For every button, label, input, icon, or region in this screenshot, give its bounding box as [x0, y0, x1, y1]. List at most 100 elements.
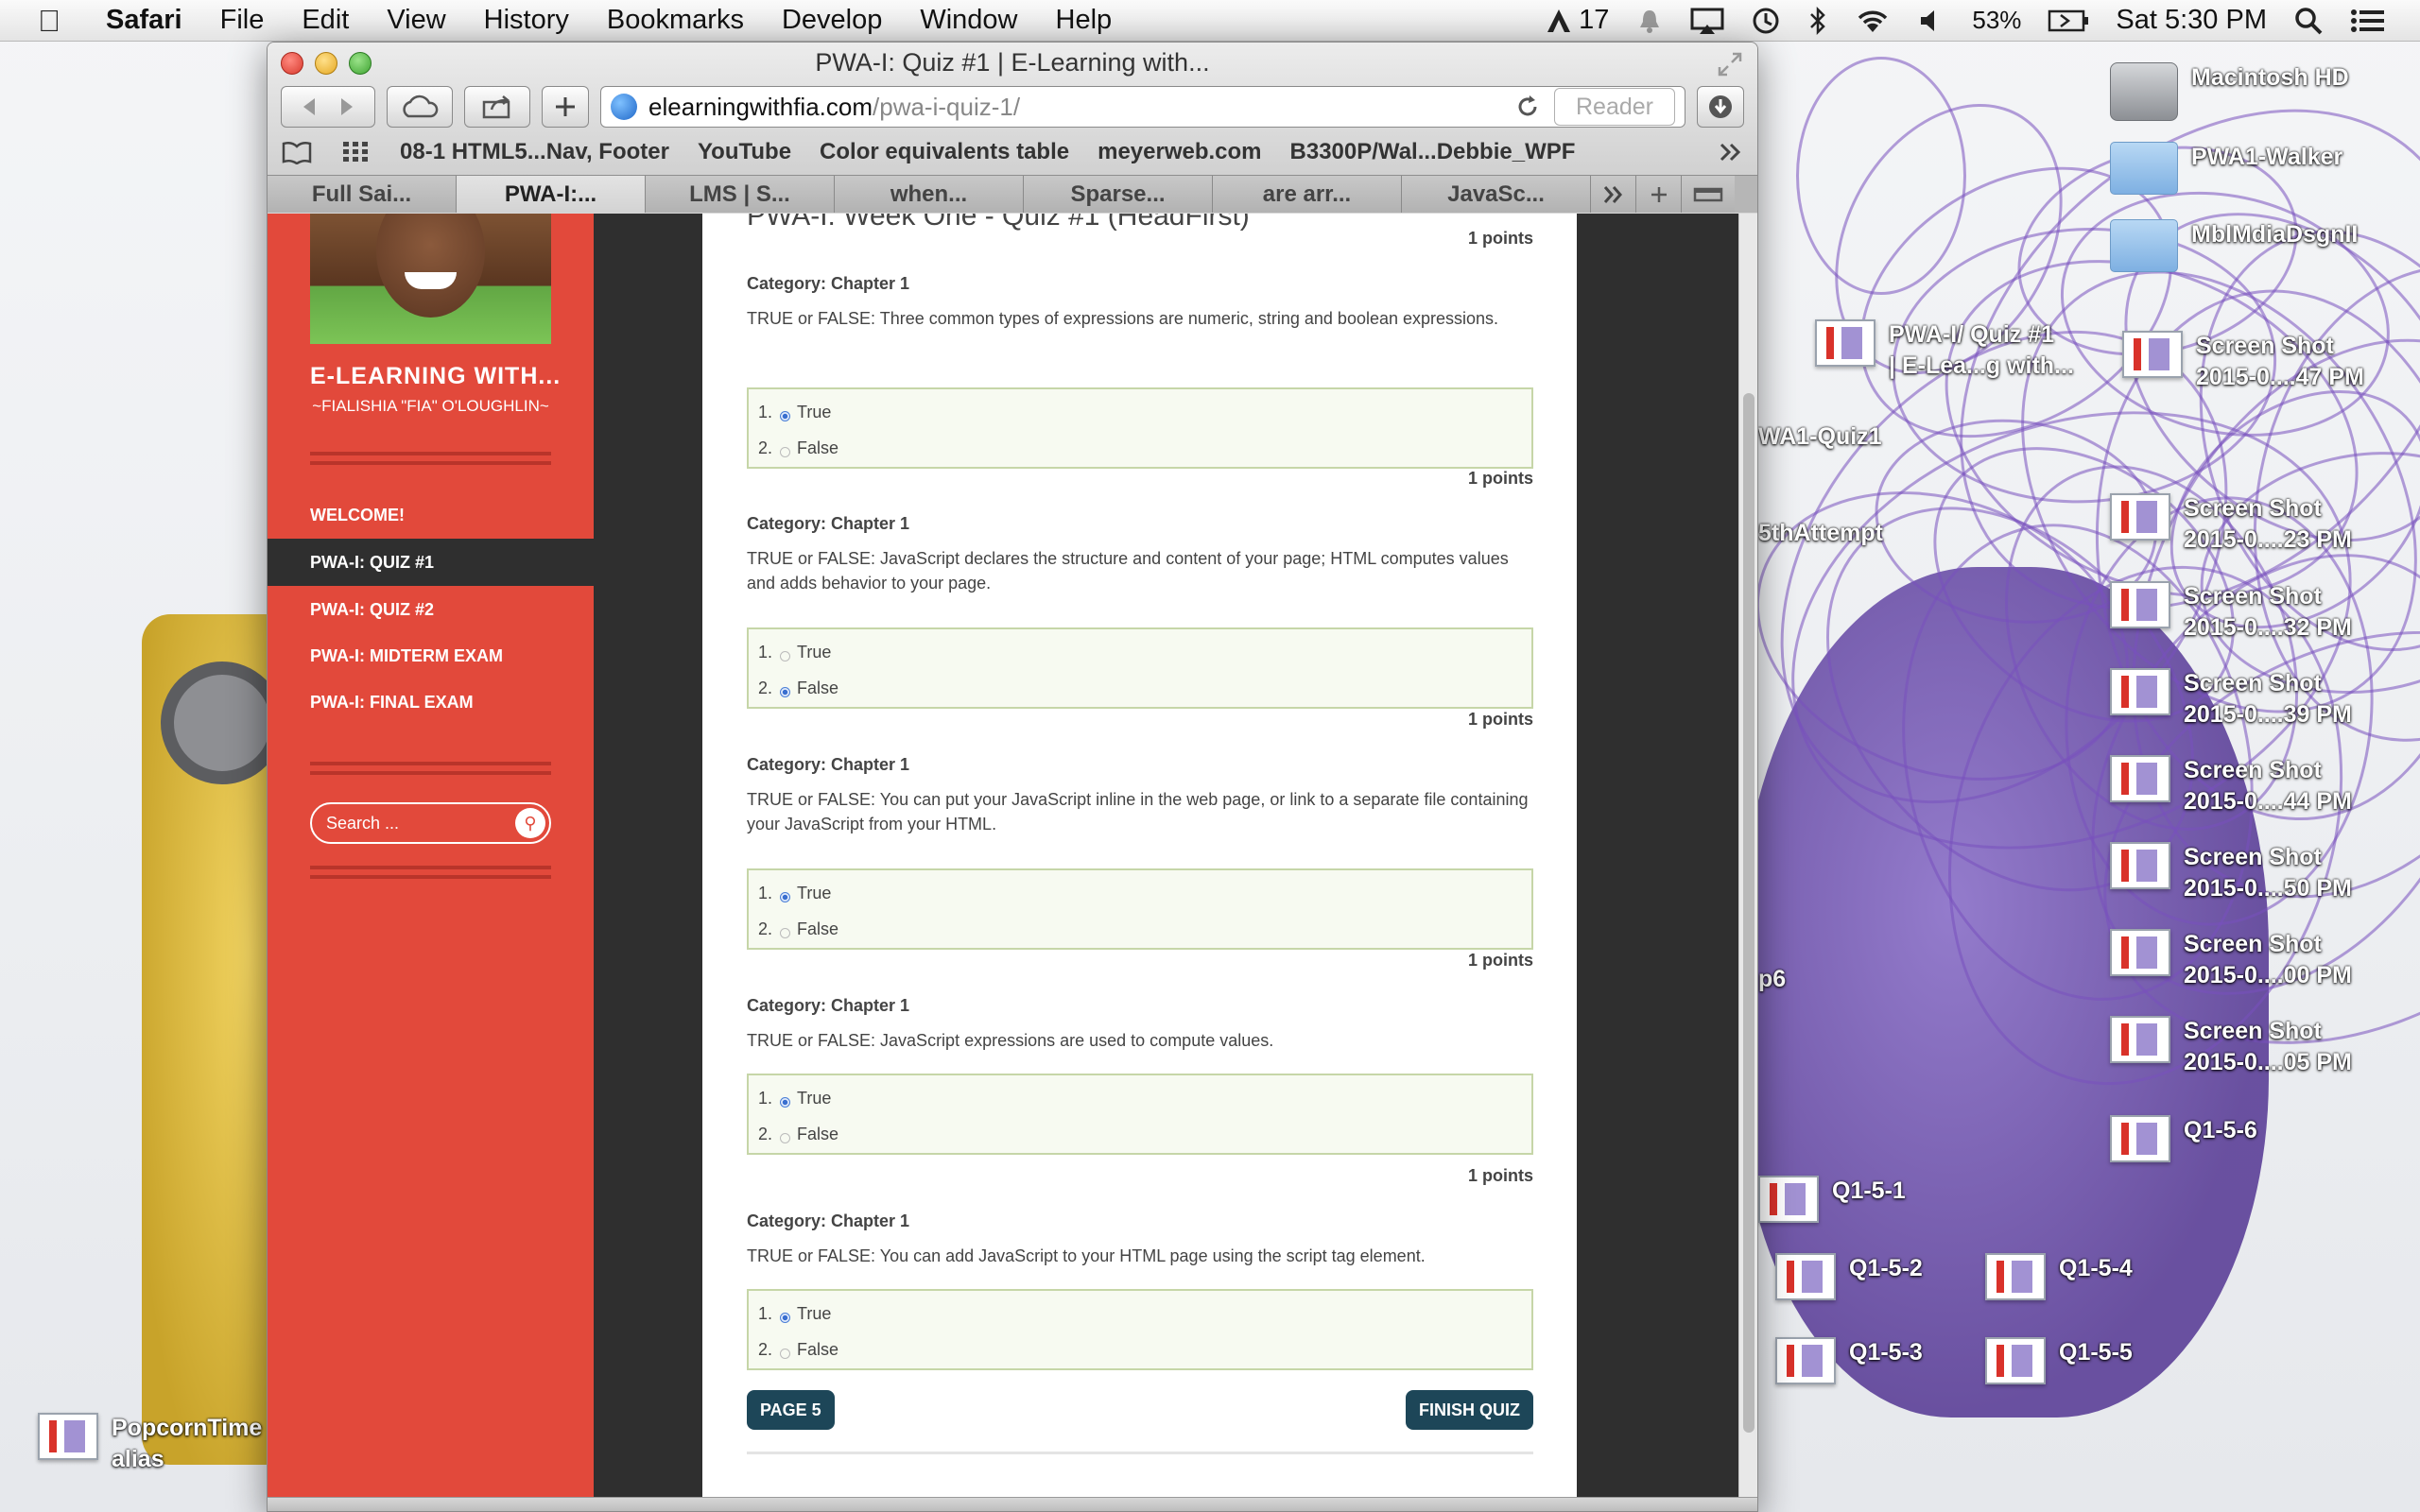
desktop-icon[interactable]: Screen Shot 2015-0....05 PM [2110, 1016, 2352, 1078]
tab-5[interactable]: Sparse... [1024, 176, 1213, 213]
desktop-icon[interactable]: MblMdiaDsgnII [2110, 219, 2358, 272]
answer-option[interactable]: 1. True [758, 1089, 831, 1108]
battery-percent[interactable]: 53% [1972, 6, 2021, 35]
desktop-icon[interactable]: Q1-5-6 [2110, 1115, 2257, 1162]
bookmark-3[interactable]: Color equivalents table [820, 139, 1069, 165]
answer-option[interactable]: 2. False [758, 1340, 838, 1360]
desktop-icon[interactable]: 5thAttempt [1758, 518, 1883, 549]
answer-radio[interactable] [780, 1097, 791, 1108]
tab-2-active[interactable]: PWA-I:... [457, 176, 646, 213]
fullscreen-icon[interactable] [1716, 50, 1744, 78]
menu-clock[interactable]: Sat 5:30 PM [2116, 5, 2267, 36]
scrollbar-thumb[interactable] [1743, 393, 1754, 1433]
tab-6[interactable]: are arr... [1213, 176, 1402, 213]
answer-radio[interactable] [780, 651, 791, 662]
wifi-icon[interactable] [1855, 7, 1891, 35]
desktop-icon[interactable]: Screen Shot 2015-0....39 PM [2110, 668, 2352, 730]
menu-view[interactable]: View [387, 5, 445, 36]
nav-final-exam[interactable]: PWA-I: FINAL EXAM [268, 679, 594, 726]
desktop-icon[interactable]: PWA-I/ Quiz #1 | E-Lea...g with... [1815, 319, 2074, 382]
share-button[interactable] [464, 86, 530, 128]
nav-quiz-1[interactable]: PWA-I: QUIZ #1 [268, 539, 594, 586]
battery-icon[interactable] [2048, 8, 2089, 34]
nav-midterm-exam[interactable]: PWA-I: MIDTERM EXAM [268, 632, 594, 679]
answer-radio[interactable] [780, 447, 791, 457]
desktop-icon[interactable]: Screen Shot 2015-0....44 PM [2110, 755, 2352, 817]
spotlight-search-icon[interactable] [2293, 6, 2324, 36]
reading-list-icon[interactable] [281, 140, 313, 164]
volume-icon[interactable] [1917, 7, 1945, 35]
back-forward-buttons[interactable] [281, 86, 375, 128]
nav-welcome[interactable]: WELCOME! [268, 491, 594, 539]
finish-quiz-button[interactable]: FINISH QUIZ [1406, 1390, 1533, 1430]
tab-4[interactable]: when... [835, 176, 1024, 213]
menu-edit[interactable]: Edit [302, 5, 349, 36]
airplay-icon[interactable] [1690, 7, 1724, 35]
tab-7[interactable]: JavaSc... [1402, 176, 1591, 213]
answer-option[interactable]: 2. False [758, 919, 838, 939]
time-machine-icon[interactable] [1751, 6, 1781, 36]
desktop-icon[interactable]: WA1-Quiz1 [1758, 421, 1882, 453]
answer-option[interactable]: 1. True [758, 643, 831, 662]
tab-1[interactable]: Full Sai... [268, 176, 457, 213]
answer-option[interactable]: 2. False [758, 679, 838, 698]
answer-radio[interactable] [780, 1349, 791, 1359]
nav-quiz-2[interactable]: PWA-I: QUIZ #2 [268, 586, 594, 633]
menu-history[interactable]: History [484, 5, 569, 36]
answer-radio[interactable] [780, 411, 791, 421]
menu-help[interactable]: Help [1056, 5, 1113, 36]
desktop-icon[interactable]: Q1-5-4 [1985, 1253, 2133, 1300]
menu-window[interactable]: Window [920, 5, 1017, 36]
adobe-status-icon[interactable]: 17 [1545, 5, 1609, 36]
add-tab-button[interactable] [1636, 176, 1682, 213]
bookmark-4[interactable]: meyerweb.com [1098, 139, 1261, 165]
bookmark-1[interactable]: 08-1 HTML5...Nav, Footer [400, 139, 669, 165]
desktop-icon[interactable]: Q1-5-1 [1758, 1176, 1906, 1223]
answer-option[interactable]: 2. False [758, 438, 838, 458]
icloud-tabs-button[interactable] [387, 86, 453, 128]
downloads-button[interactable] [1697, 86, 1744, 128]
bluetooth-icon[interactable] [1807, 6, 1828, 36]
desktop-icon[interactable]: Screen Shot 2015-0....50 PM [2110, 842, 2352, 904]
menu-file[interactable]: File [220, 5, 265, 36]
tabs-overflow-button[interactable] [1591, 176, 1636, 213]
page-scrollbar[interactable] [1738, 214, 1757, 1499]
menu-bookmarks[interactable]: Bookmarks [607, 5, 744, 36]
address-bar[interactable]: elearningwithfia.com/pwa-i-quiz-1/ Reade… [600, 86, 1685, 128]
desktop-icon[interactable]: Q1-5-5 [1985, 1337, 2133, 1384]
answer-option[interactable]: 1. True [758, 1304, 831, 1324]
apple-menu-icon[interactable]:  [38, 5, 70, 37]
menu-develop[interactable]: Develop [782, 5, 882, 36]
desktop-icon[interactable]: Screen Shot 2015-0....00 PM [2110, 929, 2352, 991]
answer-radio[interactable] [780, 928, 791, 938]
desktop-icon[interactable]: Q1-5-2 [1775, 1253, 1923, 1300]
back-arrow-icon[interactable] [290, 94, 328, 120]
desktop-icon[interactable]: Q1-5-3 [1775, 1337, 1923, 1384]
tab-3[interactable]: LMS | S... [646, 176, 835, 213]
bookmarks-overflow-icon[interactable] [1718, 141, 1744, 163]
site-title[interactable]: E-LEARNING WITH... [310, 363, 561, 390]
top-sites-icon[interactable] [341, 140, 372, 164]
answer-radio[interactable] [780, 892, 791, 902]
reader-button[interactable]: Reader [1554, 88, 1675, 126]
desktop-icon[interactable]: Macintosh HD [2110, 62, 2349, 121]
desktop-icon[interactable]: PWA1-Walker [2110, 142, 2342, 195]
desktop-icon[interactable]: PopcornTime alias [38, 1413, 262, 1475]
bookmark-5[interactable]: B3300P/Wal...Debbie_WPF [1290, 139, 1576, 165]
search-icon[interactable]: ⚲ [515, 808, 545, 838]
sidebar-search-input[interactable]: Search ... ⚲ [310, 802, 551, 844]
bookmark-2[interactable]: YouTube [698, 139, 791, 165]
menu-app-name[interactable]: Safari [106, 5, 182, 36]
desktop-icon[interactable]: p6 [1758, 964, 1786, 995]
desktop-icon[interactable]: Screen Shot 2015-0....23 PM [2110, 493, 2352, 556]
forward-arrow-icon[interactable] [328, 94, 366, 120]
desktop-icon[interactable]: Screen Shot 2015-0....32 PM [2110, 581, 2352, 644]
notification-center-icon[interactable] [2350, 7, 2386, 35]
answer-option[interactable]: 2. False [758, 1125, 838, 1144]
notification-bell-icon[interactable] [1635, 7, 1664, 35]
desktop-icon[interactable]: Screen Shot 2015-0....47 PM [2122, 331, 2364, 393]
answer-option[interactable]: 1. True [758, 884, 831, 903]
reload-icon[interactable] [1514, 94, 1541, 120]
tab-view-button[interactable] [1682, 176, 1735, 213]
answer-option[interactable]: 1. True [758, 403, 831, 422]
